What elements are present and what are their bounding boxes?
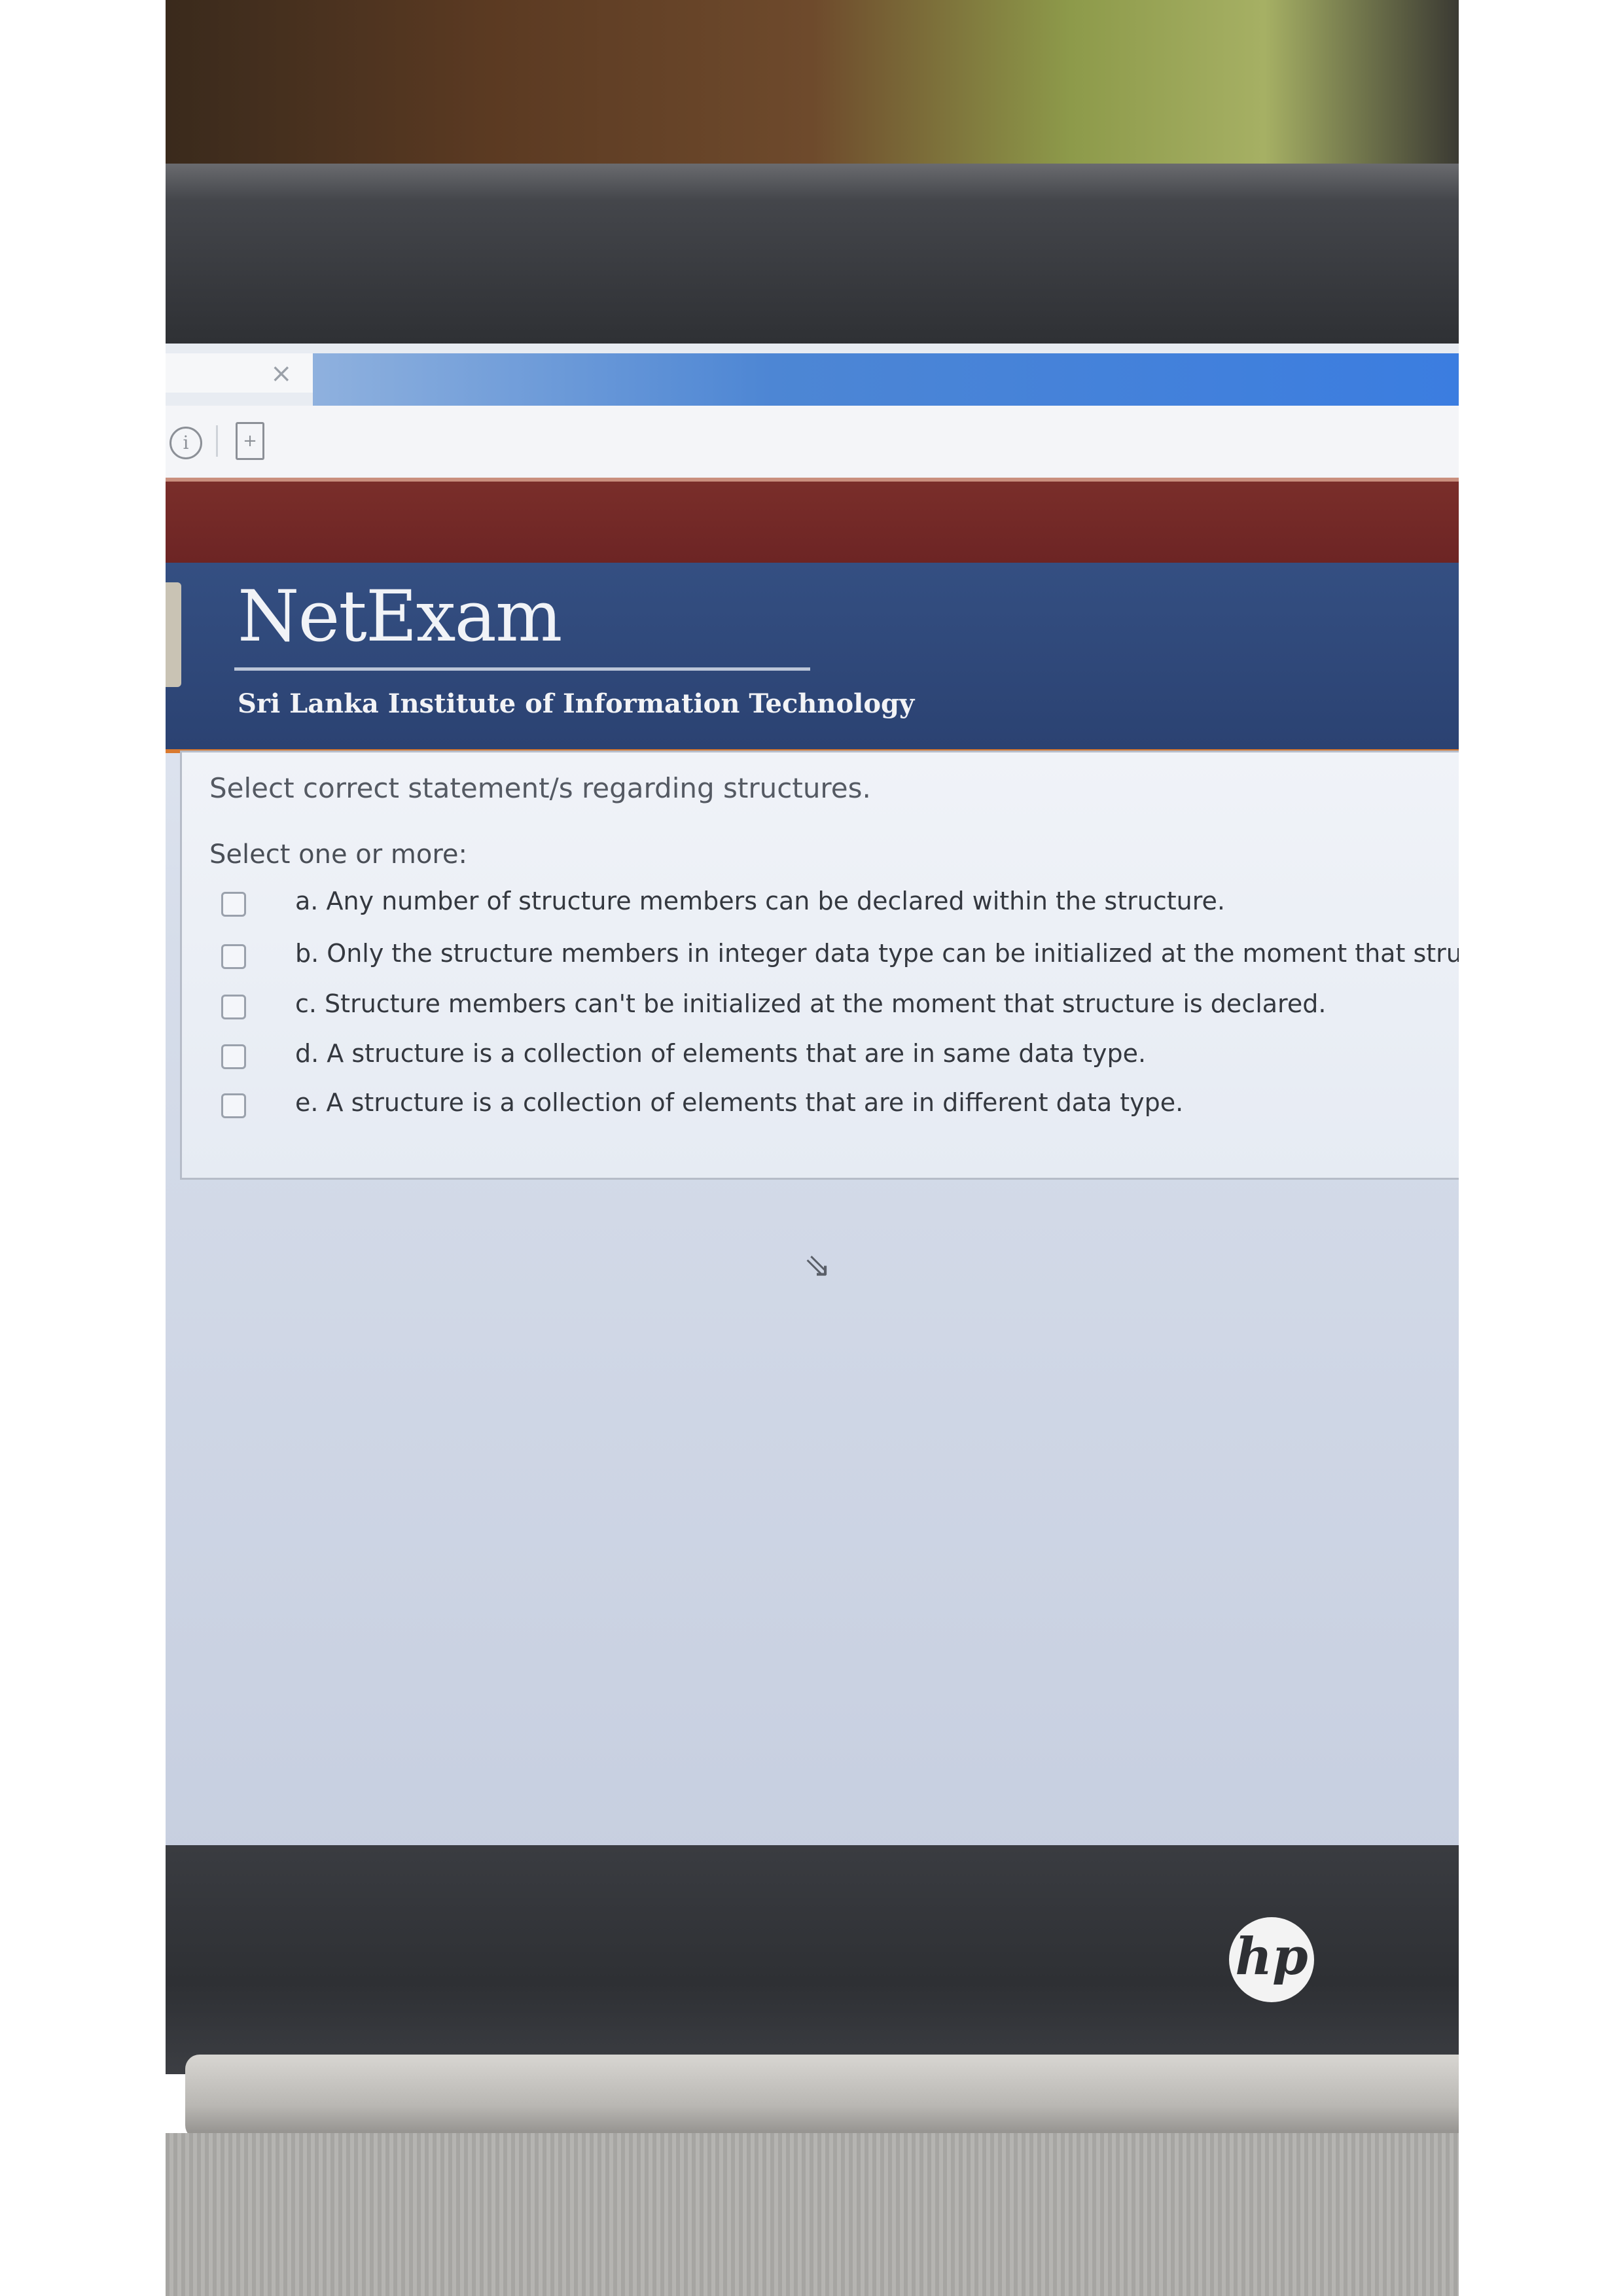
laptop-top-bezel bbox=[166, 164, 1459, 463]
laptop-base bbox=[166, 2133, 1459, 2296]
browser-tab[interactable]: × bbox=[166, 353, 313, 393]
option-e-label: e. A structure is a collection of elemen… bbox=[295, 1088, 1184, 1117]
option-c[interactable]: c. Structure members can't be initialize… bbox=[221, 989, 1459, 1029]
address-bar-divider bbox=[216, 425, 218, 457]
option-d[interactable]: d. A structure is a collection of elemen… bbox=[221, 1039, 1459, 1078]
page-icon[interactable]: + bbox=[236, 422, 264, 460]
answer-prompt: Select one or more: bbox=[209, 839, 467, 870]
option-a[interactable]: a. Any number of structure members can b… bbox=[221, 887, 1459, 926]
background-room bbox=[166, 0, 1459, 177]
checkbox-option-e[interactable] bbox=[221, 1093, 246, 1118]
checkbox-option-c[interactable] bbox=[221, 995, 246, 1019]
laptop-bottom-bezel: hp bbox=[166, 1845, 1459, 2074]
info-icon[interactable]: i bbox=[169, 427, 202, 459]
option-d-label: d. A structure is a collection of elemen… bbox=[295, 1039, 1147, 1068]
checkbox-option-b[interactable] bbox=[221, 944, 246, 969]
close-icon[interactable]: × bbox=[270, 359, 293, 389]
laptop-screen: × i + NetExam Sri Lanka Institute of Inf… bbox=[166, 344, 1459, 1862]
mouse-pointer-icon: ⇘ bbox=[804, 1246, 831, 1284]
option-b[interactable]: b. Only the structure members in integer… bbox=[221, 939, 1459, 978]
question-card: Select correct statement/s regarding str… bbox=[180, 751, 1459, 1180]
option-b-label: b. Only the structure members in integer… bbox=[295, 939, 1459, 968]
question-text: Select correct statement/s regarding str… bbox=[209, 772, 871, 804]
laptop-hinge bbox=[185, 2055, 1459, 2140]
checkbox-option-a[interactable] bbox=[221, 892, 246, 917]
hp-logo: hp bbox=[1229, 1917, 1314, 2002]
checkbox-option-d[interactable] bbox=[221, 1044, 246, 1069]
site-title: NetExam bbox=[238, 576, 562, 658]
option-e[interactable]: e. A structure is a collection of elemen… bbox=[221, 1088, 1459, 1127]
site-subtitle: Sri Lanka Institute of Information Techn… bbox=[238, 688, 915, 719]
site-header: NetExam Sri Lanka Institute of Informati… bbox=[166, 563, 1459, 753]
title-underline bbox=[234, 667, 810, 671]
photo-frame: × i + NetExam Sri Lanka Institute of Inf… bbox=[166, 0, 1459, 2296]
logo-crest-icon bbox=[166, 582, 181, 687]
option-a-label: a. Any number of structure members can b… bbox=[295, 887, 1225, 915]
top-banner bbox=[166, 478, 1459, 567]
option-c-label: c. Structure members can't be initialize… bbox=[295, 989, 1327, 1018]
browser-address-bar[interactable]: i + bbox=[166, 406, 1459, 478]
